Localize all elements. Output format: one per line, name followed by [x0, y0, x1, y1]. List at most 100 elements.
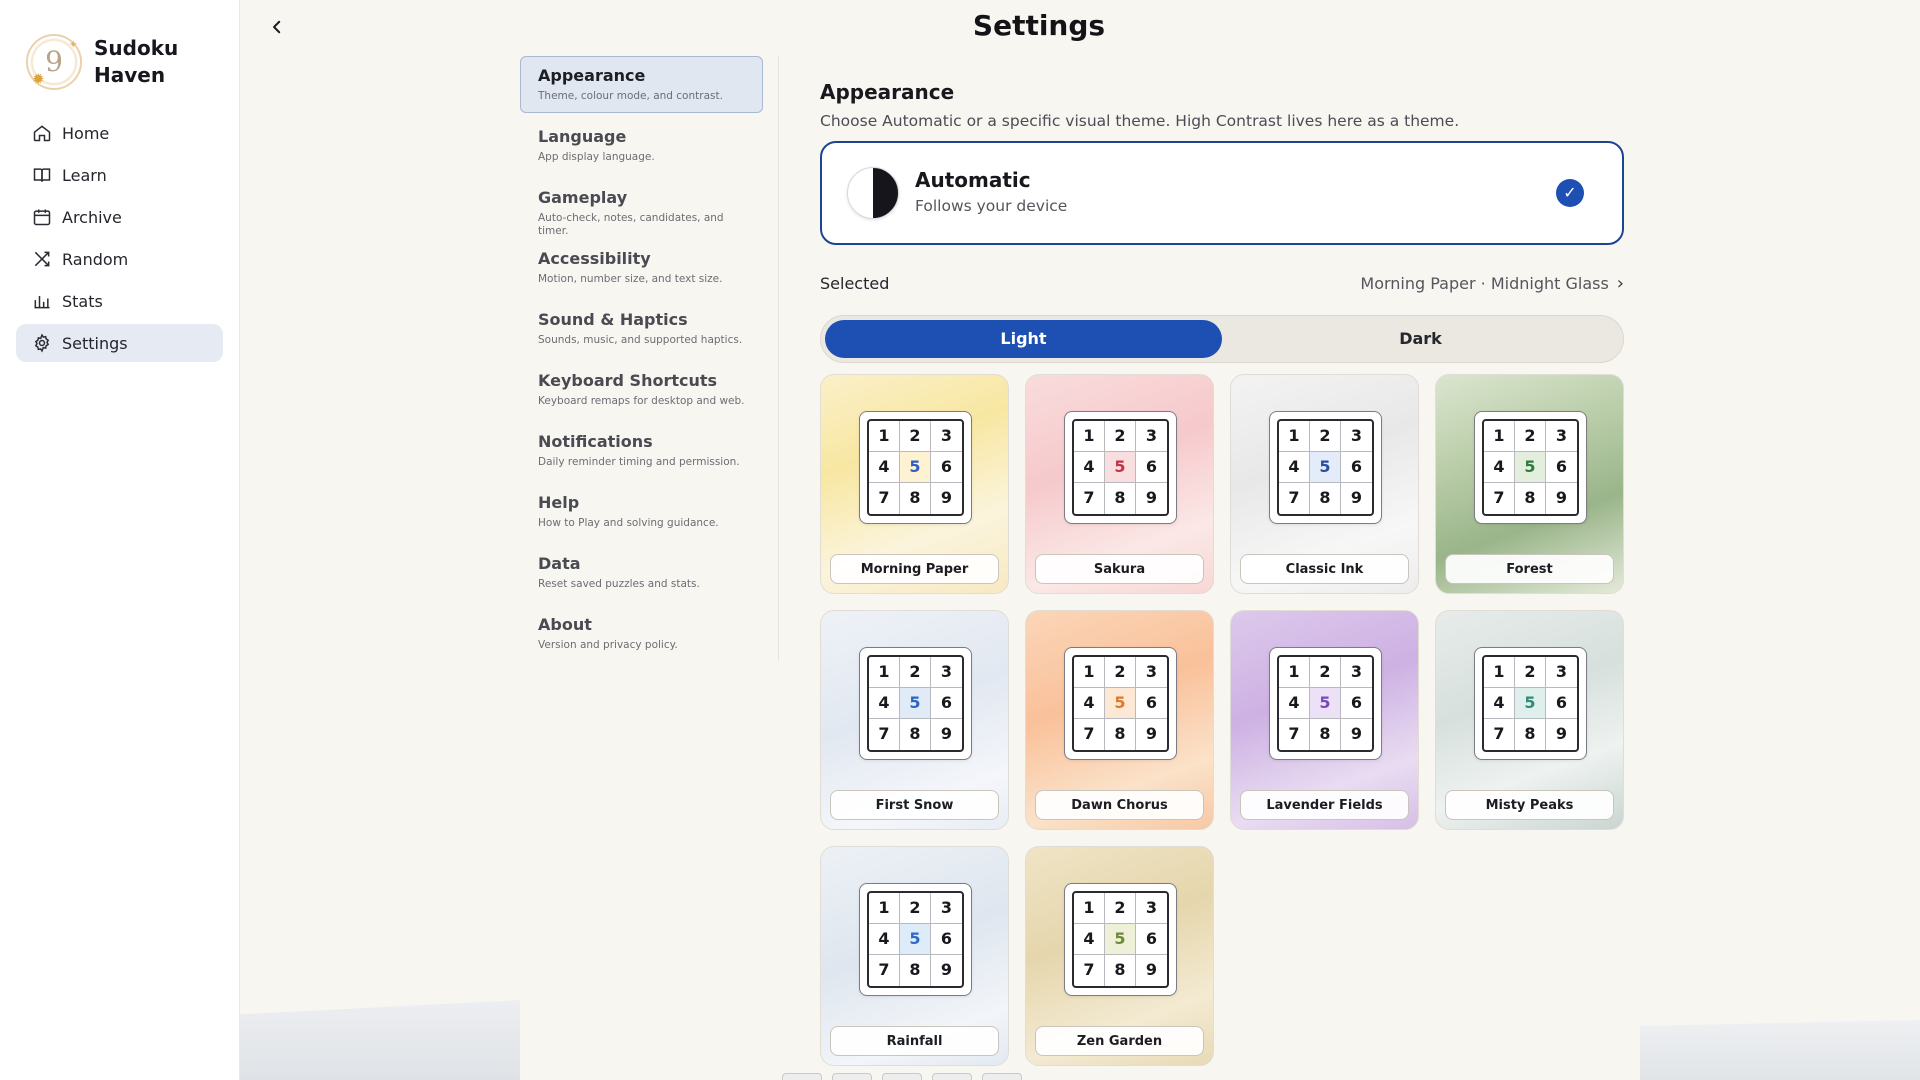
theme-card-lavender-fields[interactable]: 1 2 3 4 5 6 7 8 9 Lavender Fields: [1230, 610, 1419, 830]
preview-cell: 2: [900, 893, 931, 924]
subnav-description: Auto-check, notes, candidates, and timer…: [538, 212, 724, 237]
preview-grid-inner: 123456789: [867, 891, 964, 988]
subnav-description: Keyboard remaps for desktop and web.: [538, 395, 745, 407]
theme-card-forest[interactable]: 1 2 3 4 5 6 7 8 9 Forest: [1435, 374, 1624, 594]
selected-theme-link[interactable]: Morning Paper · Midnight Glass ›: [1360, 273, 1624, 294]
theme-name: Morning Paper: [830, 554, 999, 584]
theme-preview-grid: 123456789: [1064, 883, 1177, 996]
light-mode-button[interactable]: Light: [825, 320, 1222, 358]
theme-card-misty-peaks[interactable]: 1 2 3 4 5 6 7 8 9 Misty Peaks: [1435, 610, 1624, 830]
subnav-description: Sounds, music, and supported haptics.: [538, 334, 743, 346]
preview-cell: 9: [1145, 960, 1158, 979]
hint-key: [882, 1073, 922, 1080]
preview-grid-inner: 123456789: [867, 419, 964, 516]
theme-name: Dawn Chorus: [1035, 790, 1204, 820]
preview-cell: 1: [1074, 893, 1105, 924]
preview-cell: 3: [1136, 657, 1167, 688]
subnav-item-appearance[interactable]: Appearance Theme, colour mode, and contra…: [520, 56, 763, 113]
preview-cell: 5: [900, 924, 931, 955]
preview-cell: 9: [940, 960, 953, 979]
preview-cell: 5: [900, 452, 931, 483]
theme-card-classic-ink[interactable]: 1 2 3 4 5 6 7 8 9 Classic Ink: [1230, 374, 1419, 594]
subnav-description: Theme, colour mode, and contrast.: [538, 90, 723, 102]
subnav-label: Accessibility: [538, 249, 651, 268]
preview-cell: 2: [1515, 657, 1546, 688]
theme-preview-grid: 123456789: [859, 647, 972, 760]
preview-cell: 6: [1546, 688, 1577, 719]
preview-cell: 2: [1310, 421, 1341, 452]
theme-card-rainfall[interactable]: 1 2 3 4 5 6 7 8 9 Rainfall: [820, 846, 1009, 1066]
preview-cell: 1: [1074, 421, 1105, 452]
nav-label: Home: [62, 123, 110, 143]
preview-grid-inner: 123456789: [1277, 419, 1374, 516]
preview-cell: 8: [900, 955, 931, 986]
theme-preview-grid: 123456789: [859, 883, 972, 996]
theme-card-zen-garden[interactable]: 1 2 3 4 5 6 7 8 9 Zen Garden: [1025, 846, 1214, 1066]
theme-preview-grid: 123456789: [1269, 411, 1382, 524]
section-description: Choose Automatic or a specific visual th…: [820, 112, 1460, 130]
theme-name: Rainfall: [830, 1026, 999, 1056]
preview-cell: 8: [1105, 719, 1136, 750]
preview-cell: 3: [931, 657, 962, 688]
preview-grid-inner: 123456789: [867, 655, 964, 752]
preview-cell: 9: [1350, 724, 1363, 743]
chevron-right-icon: ›: [1616, 272, 1624, 294]
preview-cell: 2: [1105, 893, 1136, 924]
subnav-label: Notifications: [538, 432, 653, 451]
preview-cell: 6: [1136, 688, 1167, 719]
preview-cell: 7: [1484, 719, 1515, 750]
subnav-item-help[interactable]: Help How to Play and solving guidance.: [520, 483, 763, 540]
subnav-label: Sound & Haptics: [538, 310, 688, 329]
subnav-item-keyboard-shortcuts[interactable]: Keyboard Shortcuts Keyboard remaps for de…: [520, 361, 763, 418]
subnav-item-accessibility[interactable]: Accessibility Motion, number size, and te…: [520, 239, 763, 296]
theme-card-first-snow[interactable]: 1 2 3 4 5 6 7 8 9 First Snow: [820, 610, 1009, 830]
theme-preview-grid: 123456789: [1064, 411, 1177, 524]
nav-item-settings[interactable]: Settings: [16, 324, 223, 362]
preview-cell: 6: [1546, 452, 1577, 483]
preview-cell: 4: [1484, 452, 1515, 483]
main-nav: Home Learn Archive Random Stats Settings: [16, 114, 223, 366]
brand-name: Sudoku Haven: [94, 36, 179, 87]
subnav-item-data[interactable]: Data Reset saved puzzles and stats.: [520, 544, 763, 601]
subnav-item-language[interactable]: Language App display language.: [520, 117, 763, 174]
preview-cell: 1: [869, 657, 900, 688]
preview-cell: 6: [931, 452, 962, 483]
preview-cell: 6: [1341, 452, 1372, 483]
theme-card-dawn-chorus[interactable]: 1 2 3 4 5 6 7 8 9 Dawn Chorus: [1025, 610, 1214, 830]
theme-preview-grid: 123456789: [859, 411, 972, 524]
nav-item-stats[interactable]: Stats: [16, 282, 223, 320]
nav-item-learn[interactable]: Learn: [16, 156, 223, 194]
hint-key: [832, 1073, 872, 1080]
preview-cell: 3: [931, 421, 962, 452]
subnav-description: How to Play and solving guidance.: [538, 517, 719, 529]
subnav-item-notifications[interactable]: Notifications Daily reminder timing and p…: [520, 422, 763, 479]
dark-mode-button[interactable]: Dark: [1222, 320, 1619, 358]
preview-cell: 3: [1546, 657, 1577, 688]
nav-item-home[interactable]: Home: [16, 114, 223, 152]
theme-preview-grid: 123456789: [1474, 411, 1587, 524]
preview-cell: 8: [900, 719, 931, 750]
subnav-item-sound-haptics[interactable]: Sound & Haptics Sounds, music, and suppor…: [520, 300, 763, 357]
subnav-item-about[interactable]: About Version and privacy policy.: [520, 605, 763, 662]
preview-cell: 4: [1074, 452, 1105, 483]
brand[interactable]: 9 ✹ ✦ Sudoku Haven: [26, 34, 204, 90]
preview-grid-inner: 123456789: [1482, 655, 1579, 752]
subnav-label: Gameplay: [538, 188, 628, 207]
preview-cell: 6: [1136, 924, 1167, 955]
preview-cell: 5: [1105, 452, 1136, 483]
calendar-icon: [33, 209, 51, 226]
shuffle-icon: [34, 251, 50, 267]
preview-cell: 5: [1310, 452, 1341, 483]
subnav-item-gameplay[interactable]: Gameplay Auto-check, notes, candidates, a…: [520, 178, 763, 237]
nav-item-random[interactable]: Random: [16, 240, 223, 278]
preview-cell: 3: [1136, 893, 1167, 924]
nav-item-archive[interactable]: Archive: [16, 198, 223, 236]
preview-cell: 2: [1515, 421, 1546, 452]
automatic-theme-option[interactable]: Automatic Follows your device ✓: [820, 141, 1624, 245]
preview-cell: 1: [1074, 657, 1105, 688]
theme-card-morning-paper[interactable]: 1 2 3 4 5 6 7 8 9 Morning Paper: [820, 374, 1009, 594]
preview-cell: 8: [1105, 955, 1136, 986]
nav-label: Random: [62, 249, 129, 269]
theme-card-sakura[interactable]: 1 2 3 4 5 6 7 8 9 Sakura: [1025, 374, 1214, 594]
preview-cell: 9: [1555, 488, 1568, 507]
